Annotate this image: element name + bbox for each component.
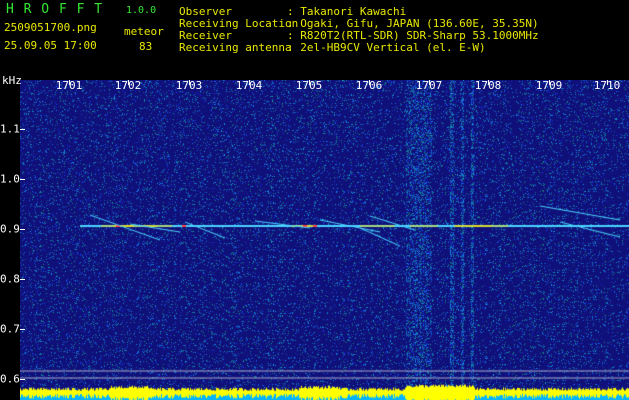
datetime: 25.09.05 17:00	[4, 39, 97, 52]
y-tick-label: 1.0	[0, 172, 20, 186]
antenna-value: : 2el-HB9CV Vertical (el. E-W)	[287, 41, 486, 54]
x-tick-label: 1708	[474, 79, 502, 92]
file-name: 2509051700.png	[4, 21, 97, 34]
y-tick-mark	[20, 229, 25, 230]
y-tick-label: 0.6	[0, 372, 20, 386]
x-tick-label: 1709	[535, 79, 563, 92]
app-version: 1.0.0	[126, 5, 157, 16]
x-tick-label: 1703	[175, 79, 203, 92]
y-tick-mark	[20, 129, 25, 130]
y-tick-label: 0.7	[0, 322, 20, 336]
x-tick-label: 1710	[593, 79, 621, 92]
y-tick-mark	[20, 379, 25, 380]
y-tick-mark	[20, 329, 25, 330]
x-tick-label: 1706	[355, 79, 383, 92]
y-tick-mark	[20, 179, 25, 180]
meteor-count: 83	[139, 40, 153, 53]
y-axis-unit: kHz	[2, 74, 22, 87]
spectrogram[interactable]	[20, 80, 629, 400]
y-tick-label: 1.1	[0, 122, 20, 136]
x-tick-label: 1702	[114, 79, 142, 92]
x-tick-label: 1704	[235, 79, 263, 92]
x-tick-label: 1707	[415, 79, 443, 92]
meteor-label: meteor	[124, 25, 164, 38]
antenna-key: Receiving antenna	[179, 41, 292, 54]
x-tick-label: 1701	[55, 79, 83, 92]
y-tick-label: 0.9	[0, 222, 20, 236]
y-tick-label: 0.8	[0, 272, 20, 286]
y-tick-mark	[20, 279, 25, 280]
x-tick-label: 1705	[295, 79, 323, 92]
app-title: H R O F F T	[6, 2, 104, 17]
